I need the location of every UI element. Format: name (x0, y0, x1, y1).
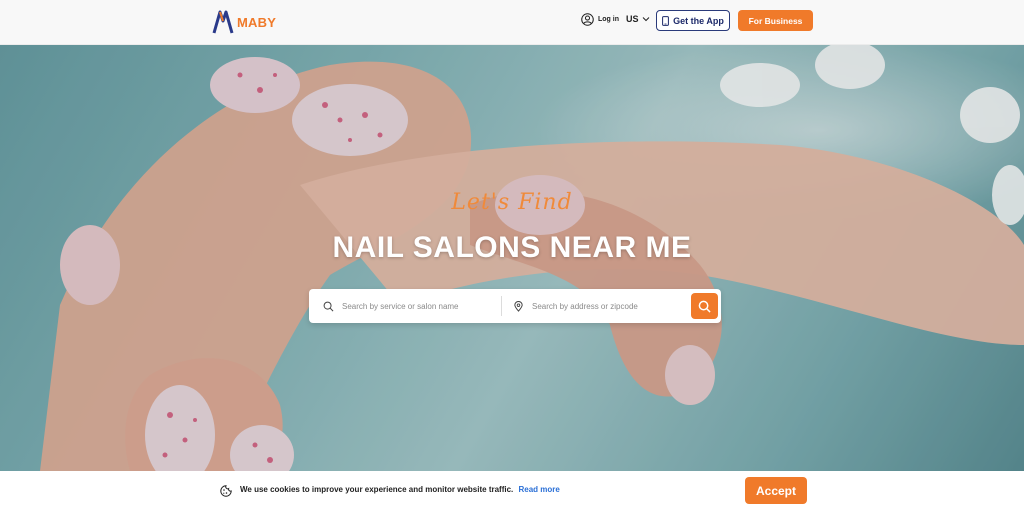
chevron-down-icon (642, 17, 649, 22)
cookie-message-text: We use cookies to improve your experienc… (240, 485, 514, 494)
location-pin-icon (514, 300, 523, 312)
search-divider (501, 296, 502, 316)
hero-headline: NAIL SALONS NEAR ME (332, 231, 692, 264)
search-icon (698, 300, 711, 313)
search-bar (309, 289, 721, 323)
language-selector[interactable]: US (626, 14, 650, 24)
search-icon (323, 301, 334, 311)
cookie-icon (220, 485, 232, 497)
accept-label: Accept (755, 483, 796, 498)
site-header: MABY Log in US Get the App For Business (0, 0, 1024, 45)
for-business-label: For Business (748, 15, 803, 26)
logo-text: MABY (237, 14, 277, 30)
location-search-input[interactable] (532, 301, 682, 311)
for-business-button[interactable]: For Business (738, 10, 813, 31)
login-label: Log in (598, 16, 619, 23)
service-search-input[interactable] (342, 301, 492, 311)
location-search-field[interactable] (513, 289, 683, 323)
get-the-app-label: Get the App (673, 15, 724, 26)
language-label: US (626, 14, 639, 24)
accept-cookies-button[interactable]: Accept (745, 477, 807, 504)
cookie-banner: We use cookies to improve your experienc… (0, 471, 1024, 510)
login-link[interactable]: Log in (581, 13, 619, 26)
user-icon (581, 13, 594, 26)
phone-icon (662, 15, 670, 26)
cookie-message: We use cookies to improve your experienc… (240, 485, 560, 494)
search-submit-button[interactable] (691, 293, 718, 319)
get-the-app-button[interactable]: Get the App (656, 10, 730, 31)
logo-mark-icon (212, 10, 234, 34)
service-search-field[interactable] (323, 289, 498, 323)
logo[interactable]: MABY (212, 9, 276, 35)
hero-tagline: Let's Find (451, 190, 573, 215)
read-more-link[interactable]: Read more (519, 485, 560, 494)
hero-section: Let's Find NAIL SALONS NEAR ME (0, 45, 1024, 471)
